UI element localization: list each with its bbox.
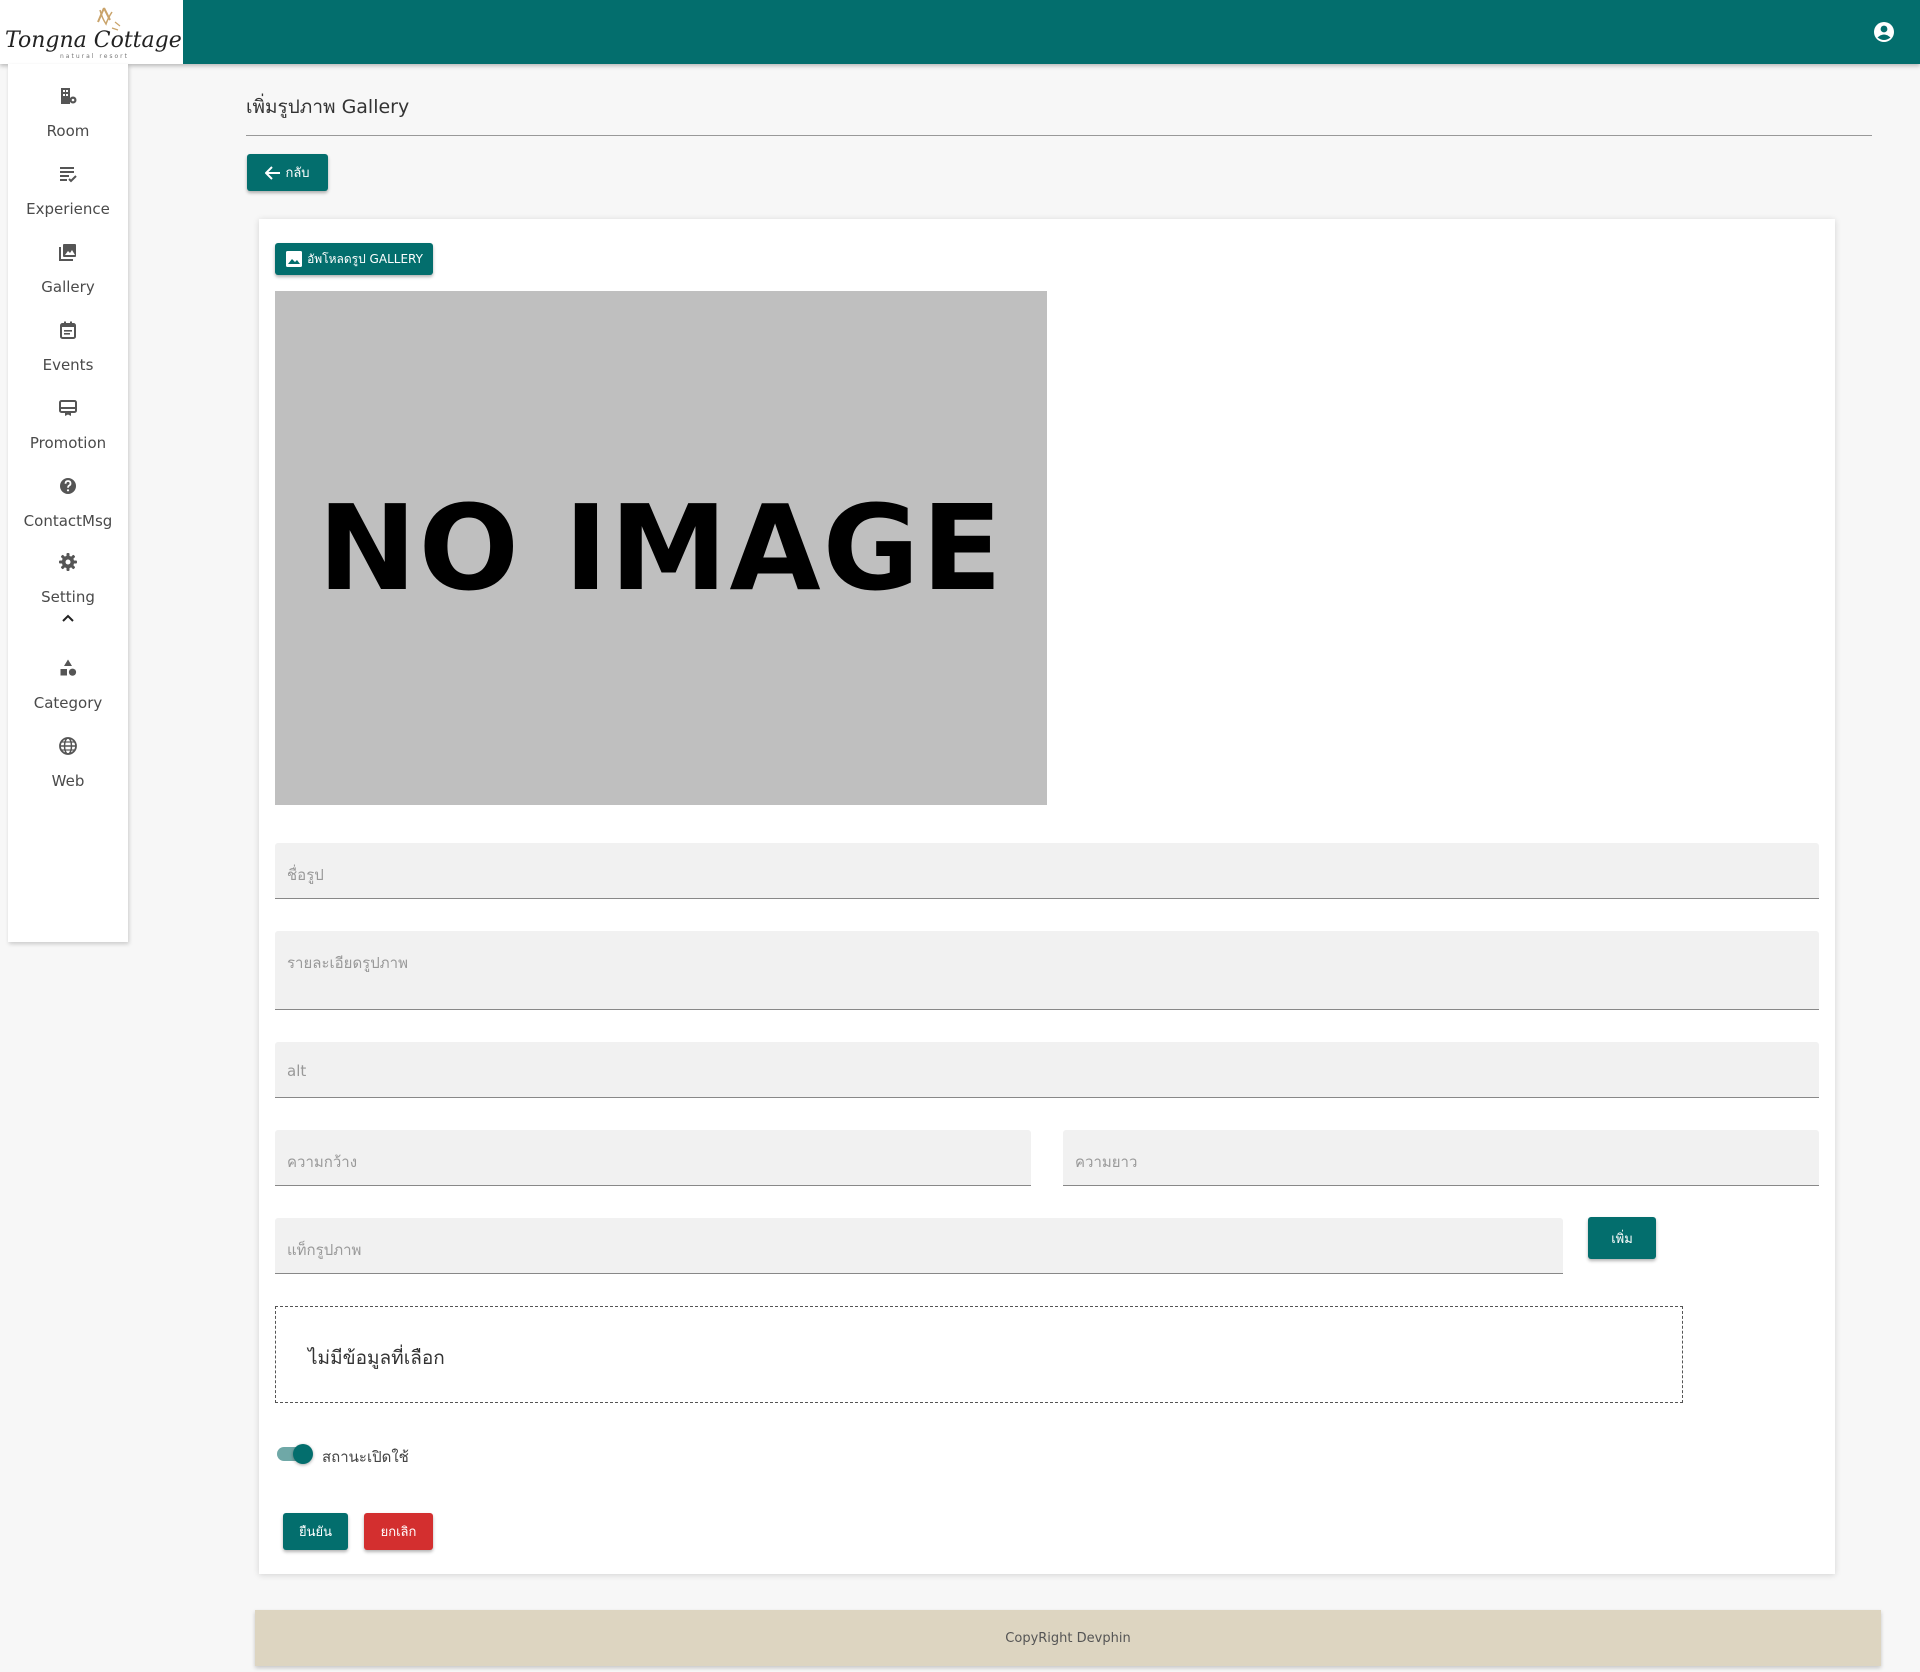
- logo-wordmark: Tongna Cottage: [5, 28, 182, 53]
- cancel-button[interactable]: ยกเลิก: [364, 1513, 433, 1550]
- status-toggle[interactable]: [275, 1444, 313, 1464]
- sidebar-item-promotion[interactable]: Promotion: [8, 386, 128, 452]
- sidebar-item-label: Room: [46, 122, 90, 140]
- sidebar-item-events[interactable]: Events: [8, 308, 128, 374]
- page-title: เพิ่มรูปภาพ Gallery: [246, 96, 410, 118]
- sidebar-item-web[interactable]: Web: [8, 724, 128, 790]
- alt-text-placeholder: alt: [287, 1062, 307, 1080]
- sidebar-item-label: ContactMsg: [23, 512, 113, 530]
- chevron-up-icon[interactable]: [59, 610, 77, 628]
- image-icon: [286, 251, 303, 267]
- room-building-icon: [61, 88, 77, 104]
- globe-icon: [59, 737, 77, 755]
- back-button[interactable]: กลับ: [247, 154, 328, 191]
- add-tag-button[interactable]: เพิ่ม: [1588, 1217, 1656, 1259]
- sidebar-item-gallery[interactable]: Gallery: [8, 230, 128, 296]
- status-label: สถานะเปิดใช้: [322, 1448, 409, 1466]
- sidebar-item-label: Events: [42, 356, 94, 374]
- copyright-text: CopyRight Devphin: [1005, 1630, 1131, 1646]
- sidebar-item-label: Gallery: [41, 278, 95, 296]
- upload-button-label: อัพโหลดรูป GALLERY: [307, 251, 423, 266]
- length-field[interactable]: ความยาว: [1063, 1130, 1819, 1186]
- logo-tagline: natural resort: [60, 53, 129, 60]
- gallery-form-card: อัพโหลดรูป GALLERY NO IMAGE ชื่อรูป รายล…: [259, 219, 1835, 1574]
- brand-logo[interactable]: Tongna Cottage natural resort: [0, 0, 183, 64]
- image-preview: NO IMAGE: [275, 291, 1047, 805]
- sidebar-item-label: Promotion: [29, 434, 107, 452]
- no-image-text: NO IMAGE: [317, 479, 1005, 617]
- image-tag-placeholder: แท็กรูปภาพ: [287, 1241, 362, 1259]
- sidebar-item-setting[interactable]: Setting: [8, 540, 128, 606]
- card-membership-icon: [59, 400, 77, 416]
- list-check-icon: [60, 167, 77, 183]
- no-tags-message: ไม่มีข้อมูลที่เลือก: [308, 1347, 445, 1369]
- calendar-icon: [60, 321, 76, 339]
- image-description-placeholder: รายละเอียดรูปภาพ: [287, 954, 408, 972]
- image-gallery-icon: [59, 244, 76, 261]
- sidebar-item-label: Experience: [26, 200, 110, 218]
- help-icon: [60, 478, 76, 494]
- image-tag-field[interactable]: แท็กรูปภาพ: [275, 1218, 1563, 1274]
- confirm-button[interactable]: ยืนยัน: [283, 1513, 348, 1550]
- top-app-bar: Tongna Cottage natural resort: [0, 0, 1920, 64]
- toggle-knob: [293, 1444, 313, 1464]
- footer: CopyRight Devphin: [255, 1610, 1881, 1666]
- logo-graphic: Tongna Cottage natural resort: [5, 7, 182, 60]
- sidebar-item-label: Category: [33, 694, 103, 712]
- back-button-label: กลับ: [285, 166, 310, 181]
- arrow-left-icon: [265, 165, 281, 180]
- sidebar-item-experience[interactable]: Experience: [8, 152, 128, 218]
- selected-tags-box: ไม่มีข้อมูลที่เลือก: [275, 1306, 1683, 1403]
- sidebar-item-contactmsg[interactable]: ContactMsg: [8, 464, 128, 530]
- alt-text-field[interactable]: alt: [275, 1042, 1819, 1098]
- sidebar-nav: Room Experience Gallery Events Promotion…: [8, 64, 128, 942]
- category-shapes-icon: [60, 659, 77, 676]
- upload-gallery-button[interactable]: อัพโหลดรูป GALLERY: [275, 243, 433, 275]
- width-placeholder: ความกว้าง: [287, 1153, 358, 1171]
- width-field[interactable]: ความกว้าง: [275, 1130, 1031, 1186]
- length-placeholder: ความยาว: [1075, 1153, 1138, 1171]
- sidebar-item-category[interactable]: Category: [8, 646, 128, 712]
- image-name-field[interactable]: ชื่อรูป: [275, 843, 1819, 899]
- title-divider: [246, 135, 1872, 136]
- sidebar-item-room[interactable]: Room: [8, 74, 128, 140]
- account-circle-icon[interactable]: [1872, 20, 1896, 44]
- image-name-placeholder: ชื่อรูป: [287, 866, 324, 884]
- image-description-field[interactable]: รายละเอียดรูปภาพ: [275, 931, 1819, 1010]
- gear-icon: [59, 553, 77, 571]
- sidebar-item-label: Web: [51, 772, 85, 790]
- sidebar-item-label: Setting: [41, 588, 95, 606]
